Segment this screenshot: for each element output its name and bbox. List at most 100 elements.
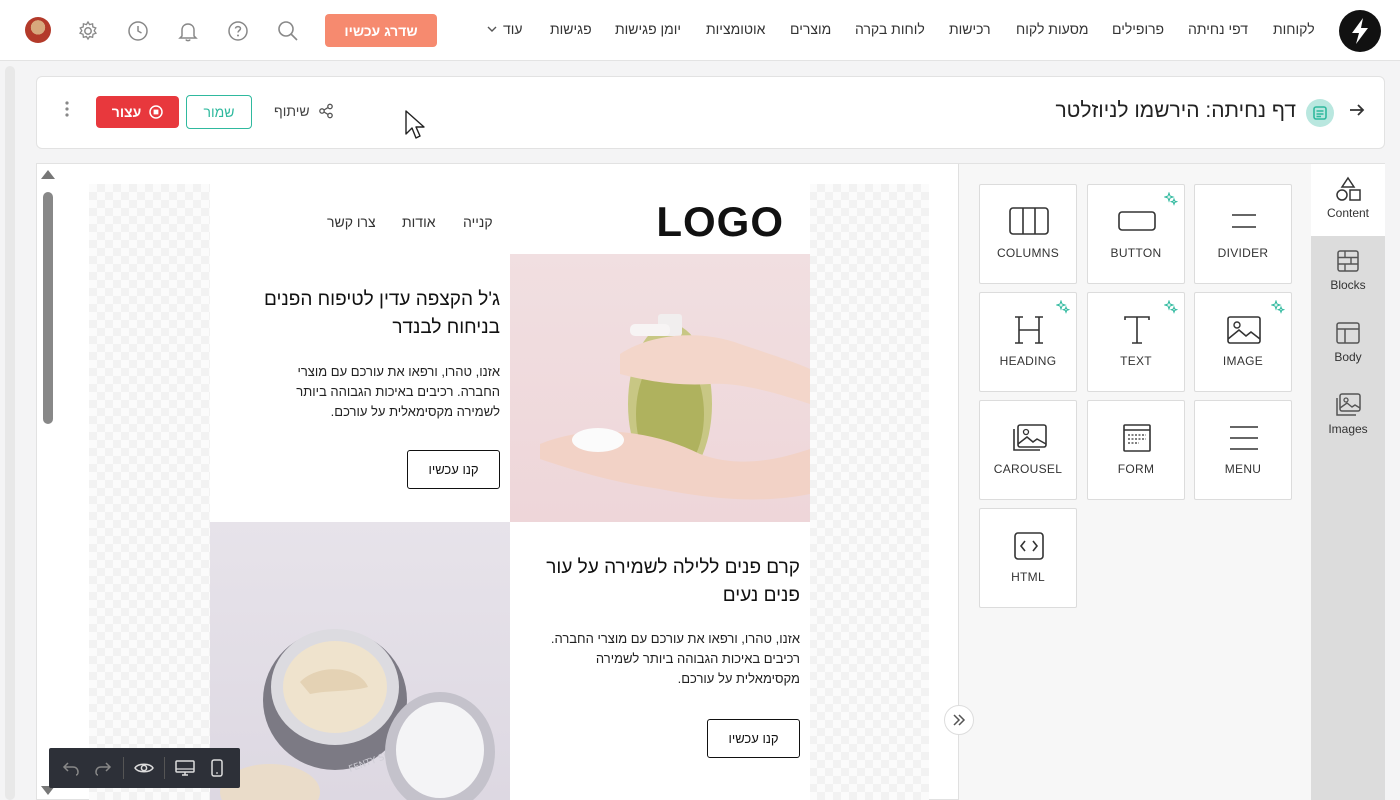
- tool-image[interactable]: IMAGE: [1194, 292, 1292, 392]
- gear-icon[interactable]: [76, 19, 100, 43]
- carousel-icon: [1013, 424, 1047, 451]
- images-icon: [1336, 393, 1361, 416]
- tab-content[interactable]: Content: [1311, 164, 1385, 236]
- tool-menu[interactable]: MENU: [1194, 400, 1292, 500]
- brand-logo[interactable]: [1339, 10, 1381, 52]
- shapes-icon: [1336, 176, 1361, 201]
- tab-body[interactable]: Body: [1311, 308, 1385, 380]
- columns-icon: [1009, 207, 1049, 235]
- nav-profiles[interactable]: פרופילים: [1112, 21, 1164, 37]
- save-button[interactable]: שמור: [186, 95, 252, 129]
- tool-label: TEXT: [1120, 354, 1152, 368]
- tool-carousel[interactable]: CAROUSEL: [979, 400, 1077, 500]
- block1-body[interactable]: אזנו, טהרו, ורפאו את עורכם עם מוצרי החבר…: [270, 362, 500, 422]
- email-nav-about[interactable]: אודות: [402, 214, 436, 230]
- tool-html[interactable]: HTML: [979, 508, 1077, 608]
- email-logo[interactable]: LOGO: [656, 198, 784, 246]
- tool-columns[interactable]: COLUMNS: [979, 184, 1077, 284]
- bell-icon[interactable]: [176, 19, 200, 43]
- html-icon: [1014, 532, 1044, 560]
- top-navigation: לקוחות דפי נחיתה פרופילים מסעות לקוח רכי…: [0, 0, 1400, 61]
- email-preview: LOGO קנייה אודות צרו קשר ג'ל הקצפה עדין …: [210, 184, 810, 800]
- nav-automations[interactable]: אוטומציות: [706, 21, 765, 37]
- block1-title[interactable]: ג'ל הקצפה עדין לטיפוח הפנים בניחוח לבנדר: [250, 286, 500, 342]
- product-image-gel[interactable]: [510, 254, 810, 522]
- tool-label: BUTTON: [1110, 246, 1162, 260]
- heading-icon: [1015, 316, 1043, 344]
- email-nav-contact[interactable]: צרו קשר: [327, 214, 376, 230]
- menu-icon: [1230, 426, 1258, 450]
- nav-products[interactable]: מוצרים: [790, 21, 831, 37]
- tab-blocks-label: Blocks: [1330, 278, 1366, 292]
- tab-images-label: Images: [1328, 422, 1368, 436]
- tool-divider[interactable]: DIVIDER: [1194, 184, 1292, 284]
- text-icon: [1124, 316, 1150, 344]
- canvas-toolbar: [49, 748, 240, 788]
- share-button[interactable]: שיתוף: [274, 103, 334, 119]
- toolbar-divider: [164, 757, 165, 779]
- stop-icon: [149, 105, 163, 119]
- toolbar-divider: [123, 757, 124, 779]
- nav-more-label: עוד: [503, 21, 523, 37]
- tool-label: MENU: [1224, 462, 1262, 476]
- tool-label: IMAGE: [1222, 354, 1264, 368]
- stop-button[interactable]: עצור: [96, 96, 179, 128]
- tab-content-label: Content: [1326, 206, 1370, 220]
- ai-sparkle-icon: [1164, 192, 1178, 206]
- nav-dashboards[interactable]: לוחות בקרה: [855, 21, 925, 37]
- tab-blocks[interactable]: Blocks: [1311, 236, 1385, 308]
- button-icon: [1118, 211, 1156, 231]
- tab-images[interactable]: Images: [1311, 380, 1385, 452]
- block2-shop-now-button[interactable]: קנו עכשיו: [707, 719, 800, 758]
- tool-label: HEADING: [999, 354, 1057, 368]
- share-icon: [318, 103, 333, 119]
- tool-label: COLUMNS: [996, 246, 1060, 260]
- nav-meetings-calendar[interactable]: יומן פגישות: [615, 21, 681, 37]
- canvas-scrollbar-thumb[interactable]: [43, 192, 53, 424]
- preview-eye-icon[interactable]: [132, 756, 156, 780]
- help-icon[interactable]: [226, 19, 250, 43]
- history-clock-icon[interactable]: [126, 19, 150, 43]
- stop-label: עצור: [111, 104, 142, 120]
- form-icon: [1123, 424, 1151, 452]
- nav-customer-journeys[interactable]: מסעות לקוח: [1016, 21, 1089, 37]
- nav-customers[interactable]: לקוחות: [1273, 21, 1315, 37]
- tool-label: CAROUSEL: [993, 462, 1063, 476]
- collapse-panel-icon[interactable]: [944, 705, 974, 735]
- tool-form[interactable]: FORM: [1087, 400, 1185, 500]
- nav-more-dropdown[interactable]: עוד: [487, 21, 523, 37]
- chevron-down-icon: [487, 26, 497, 32]
- redo-icon[interactable]: [91, 756, 115, 780]
- user-avatar[interactable]: [25, 17, 51, 43]
- mouse-cursor-icon: [405, 110, 425, 139]
- desktop-view-icon[interactable]: [173, 756, 197, 780]
- undo-icon[interactable]: [59, 756, 83, 780]
- nav-purchases[interactable]: רכישות: [949, 21, 991, 37]
- tool-label: HTML: [1011, 570, 1045, 584]
- mobile-view-icon[interactable]: [205, 756, 229, 780]
- side-tab-bar: Content Blocks Body Images: [1311, 164, 1385, 800]
- tool-label: FORM: [1117, 462, 1155, 476]
- page-scrollbar[interactable]: [5, 66, 15, 800]
- tool-text[interactable]: TEXT: [1087, 292, 1185, 392]
- layout-icon: [1336, 322, 1360, 344]
- product-image-cream[interactable]: FENTY SKIN: [210, 522, 510, 800]
- tool-button[interactable]: BUTTON: [1087, 184, 1185, 284]
- block2-body[interactable]: אזנו, טהרו, ורפאו את עורכם עם מוצרי החבר…: [545, 629, 800, 689]
- ai-sparkle-icon: [1056, 300, 1070, 314]
- image-icon: [1227, 316, 1261, 344]
- email-nav-shop[interactable]: קנייה: [463, 214, 493, 230]
- block2-title[interactable]: קרם פנים ללילה לשמירה על עור פנים נעים: [530, 554, 800, 610]
- nav-meetings[interactable]: פגישות: [550, 21, 592, 37]
- lightning-logo-icon: [1352, 18, 1368, 44]
- page-header: דף נחיתה: הירשמו לניוזלטר שיתוף שמור עצו…: [36, 76, 1385, 149]
- block1-shop-now-button[interactable]: קנו עכשיו: [407, 450, 500, 489]
- ai-sparkle-icon: [1164, 300, 1178, 314]
- back-arrow-icon[interactable]: [1348, 101, 1366, 124]
- search-icon[interactable]: [276, 19, 300, 43]
- tool-heading[interactable]: HEADING: [979, 292, 1077, 392]
- nav-landing-pages[interactable]: דפי נחיתה: [1188, 21, 1248, 37]
- more-options-icon[interactable]: [65, 101, 69, 122]
- canvas-scroll-up-icon[interactable]: [41, 170, 55, 179]
- upgrade-now-button[interactable]: שדרג עכשיו: [325, 14, 437, 47]
